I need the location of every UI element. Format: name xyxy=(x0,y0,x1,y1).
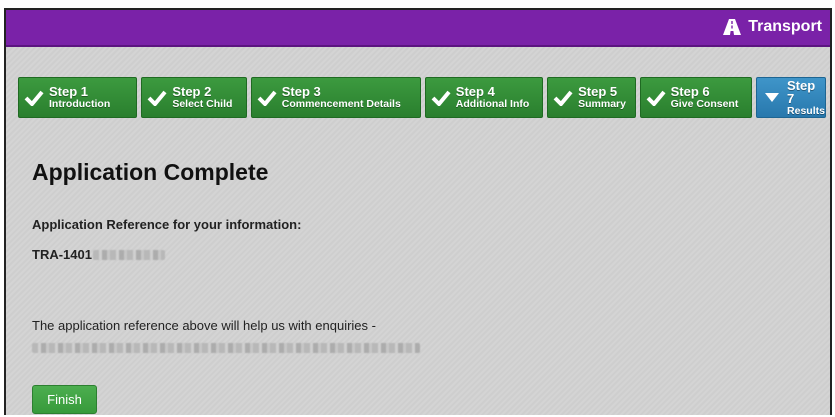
step-label: Step 2 xyxy=(172,84,212,100)
chevron-down-icon xyxy=(759,85,785,111)
step-5[interactable]: Step 5 Summary xyxy=(547,77,636,118)
top-bar: Transport xyxy=(6,10,830,47)
reference-prefix: TRA-1401 xyxy=(32,247,92,262)
checkmark-icon xyxy=(428,85,454,111)
checkmark-icon xyxy=(254,85,280,111)
enquiries-note: The application reference above will hel… xyxy=(32,318,376,333)
step-4[interactable]: Step 4 Additional Info xyxy=(424,77,544,118)
checkmark-icon xyxy=(550,85,576,111)
finish-button[interactable]: Finish xyxy=(32,385,97,414)
step-sub: Give Consent xyxy=(670,98,739,111)
road-icon xyxy=(723,19,742,35)
step-label: Step 4 xyxy=(455,84,495,100)
step-1[interactable]: Step 1 Introduction xyxy=(18,77,138,118)
step-7[interactable]: Step 7 Results xyxy=(756,77,827,118)
redacted-reference xyxy=(92,249,165,260)
checkmark-icon xyxy=(144,85,170,111)
page-title: Application Complete xyxy=(32,159,269,185)
reference-label: Application Reference for your informati… xyxy=(32,217,302,232)
step-label: Step 1 xyxy=(49,84,89,100)
step-label: Step 6 xyxy=(670,84,710,100)
brand-title: Transport xyxy=(748,18,822,35)
step-sub: Summary xyxy=(578,98,626,111)
checkmark-icon xyxy=(21,85,47,111)
step-3[interactable]: Step 3 Commencement Details xyxy=(250,77,421,118)
brand[interactable]: Transport xyxy=(723,18,822,36)
reference-value: TRA-1401 xyxy=(32,247,165,262)
step-progress: Step 1 Introduction Step 2 Select Child St… xyxy=(18,77,827,118)
step-sub: Select Child xyxy=(172,98,233,111)
step-sub: Results xyxy=(787,104,825,117)
step-6[interactable]: Step 6 Give Consent xyxy=(639,77,753,118)
redacted-contact xyxy=(32,343,420,353)
step-sub: Commencement Details xyxy=(281,98,401,111)
step-label: Step 7 xyxy=(787,77,816,106)
step-sub: Introduction xyxy=(49,98,111,111)
app-frame: Transport Step 1 Introduction Step 2 Selec… xyxy=(4,8,832,415)
step-label: Step 5 xyxy=(578,84,618,100)
checkmark-icon xyxy=(643,85,669,111)
step-label: Step 3 xyxy=(281,84,321,100)
step-sub: Additional Info xyxy=(455,98,530,111)
step-2[interactable]: Step 2 Select Child xyxy=(141,77,247,118)
